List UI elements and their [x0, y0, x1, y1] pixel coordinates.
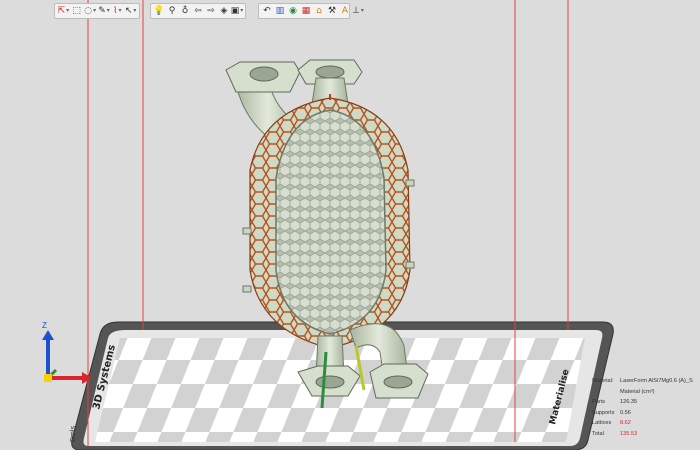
view-cube-icon: ◈ — [220, 6, 228, 16]
selection-toolbar: ⇱ ▾ ⬚ ◌ ▾ ✎ ▾ ⌇ ▾ ↖ ▾ — [54, 3, 140, 19]
brush-button[interactable]: ⌇ ▾ — [111, 5, 123, 17]
material-value: LaserForm AlSi7Mg0.6 (A)_S — [620, 378, 693, 384]
material-row: Material: LaserForm AlSi7Mg0.6 (A)_S — [592, 376, 700, 387]
lightbulb-icon: 💡 — [153, 6, 165, 16]
select-tool-icon: ⇱ — [57, 6, 66, 16]
lasso-icon: ◌ — [84, 6, 93, 16]
lattices-value: 8.62 — [620, 420, 631, 426]
wrench-icon: ⚒ — [327, 6, 337, 16]
arrow-left-icon: ⇦ — [194, 6, 202, 16]
view-cube-button[interactable]: ◈ — [218, 5, 230, 17]
bulb-outline-button[interactable]: ♁ — [179, 5, 191, 17]
parts-row: Parts 126.35 — [592, 397, 700, 408]
arrow-right-icon: ⇨ — [207, 6, 215, 16]
wrench-button[interactable]: ⚒ — [326, 5, 338, 17]
pin-button[interactable]: ⚲ — [166, 5, 178, 17]
material-unit-label: Material (cm³) — [620, 388, 655, 395]
cursor-icon: ↖ — [124, 6, 133, 16]
label-icon: A — [341, 6, 349, 16]
part-icon: ◉ — [289, 6, 297, 16]
house-icon: ⌂ — [316, 6, 322, 16]
support-button[interactable]: ▥ — [274, 5, 286, 17]
arrow-left-button[interactable]: ⇦ — [192, 5, 204, 17]
mark-tool-icon: ✎ — [98, 6, 106, 16]
total-row: Total 135.53 — [592, 429, 700, 440]
lattices-row: Lattices 8.62 — [592, 418, 700, 429]
hatch-button[interactable]: ▦ — [300, 5, 312, 17]
support-icon: ▥ — [275, 6, 285, 16]
lasso-button[interactable]: ◌ ▾ — [84, 5, 97, 17]
house-button[interactable]: ⌂ — [313, 5, 325, 17]
material-key: Material: — [592, 378, 614, 384]
unit-row: Material (cm³) — [592, 387, 700, 398]
label-button[interactable]: A — [339, 5, 351, 17]
undo-icon: ↶ — [263, 6, 271, 16]
parts-value: 126.35 — [620, 399, 638, 405]
hatch-icon: ▦ — [301, 6, 311, 16]
cursor-button[interactable]: ↖ ▾ — [124, 5, 137, 17]
supports-value: 0.56 — [620, 409, 631, 416]
axis-z-label: Z — [42, 321, 47, 330]
axis-button[interactable]: ⊥ ▾ — [352, 5, 364, 17]
select-box-button[interactable]: ⬚ — [71, 5, 83, 17]
brush-icon: ⌇ — [113, 6, 118, 16]
supports-row: Supports 0.56 — [592, 408, 700, 419]
arrow-right-button[interactable]: ⇨ — [205, 5, 217, 17]
lattices-key: Lattices — [592, 420, 612, 426]
part-button[interactable]: ◉ — [287, 5, 299, 17]
camera-icon: ▣ — [230, 6, 240, 16]
camera-button[interactable]: ▣ ▾ — [230, 5, 244, 17]
select-box-icon: ⬚ — [72, 6, 81, 16]
undo-button[interactable]: ↶ — [261, 5, 273, 17]
view-toolbar: 💡 ⚲ ♁ ⇦ ⇨ ◈ ▣ ▾ — [150, 3, 246, 19]
total-key: Total — [592, 430, 604, 437]
platform-corner-label: Dmls — [70, 426, 77, 442]
axis-triad: Z — [42, 321, 92, 384]
supports-key: Supports — [592, 409, 615, 416]
axis-icon: ⊥ — [352, 6, 360, 16]
total-value: 135.53 — [620, 430, 638, 437]
bulb-outline-icon: ♁ — [181, 6, 189, 16]
light-button[interactable]: 💡 — [153, 5, 165, 17]
build-statistics-panel: Material: LaserForm AlSi7Mg0.6 (A)_S Mat… — [592, 376, 700, 450]
parts-key: Parts — [592, 399, 606, 405]
select-tool-button[interactable]: ⇱ ▾ — [57, 5, 70, 17]
mark-tool-button[interactable]: ✎ ▾ — [98, 5, 111, 17]
tools-toolbar: ↶ ▥ ◉ ▦ ⌂ ⚒ A ⊥ ▾ — [258, 3, 364, 19]
pin-icon: ⚲ — [168, 6, 176, 16]
